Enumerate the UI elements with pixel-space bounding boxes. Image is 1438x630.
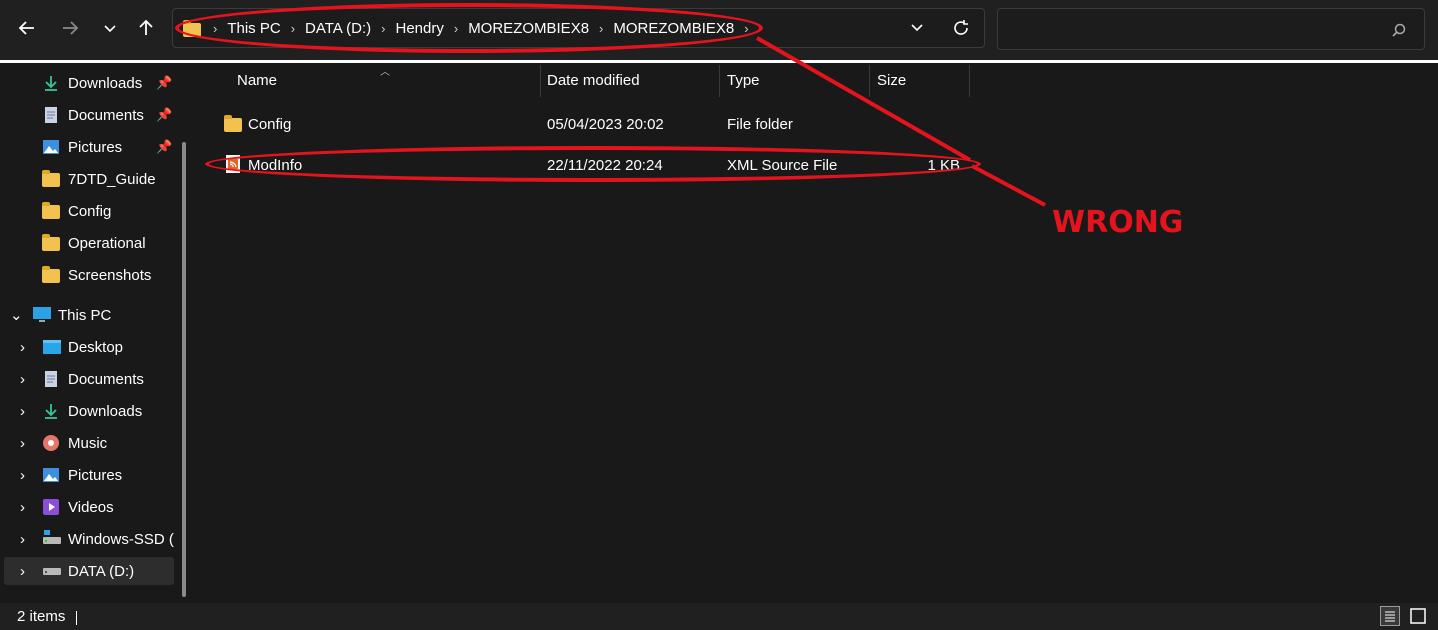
annotation-wrong-label: WRONG [1052,205,1184,240]
annotation-arrow-lines [756,36,1046,207]
